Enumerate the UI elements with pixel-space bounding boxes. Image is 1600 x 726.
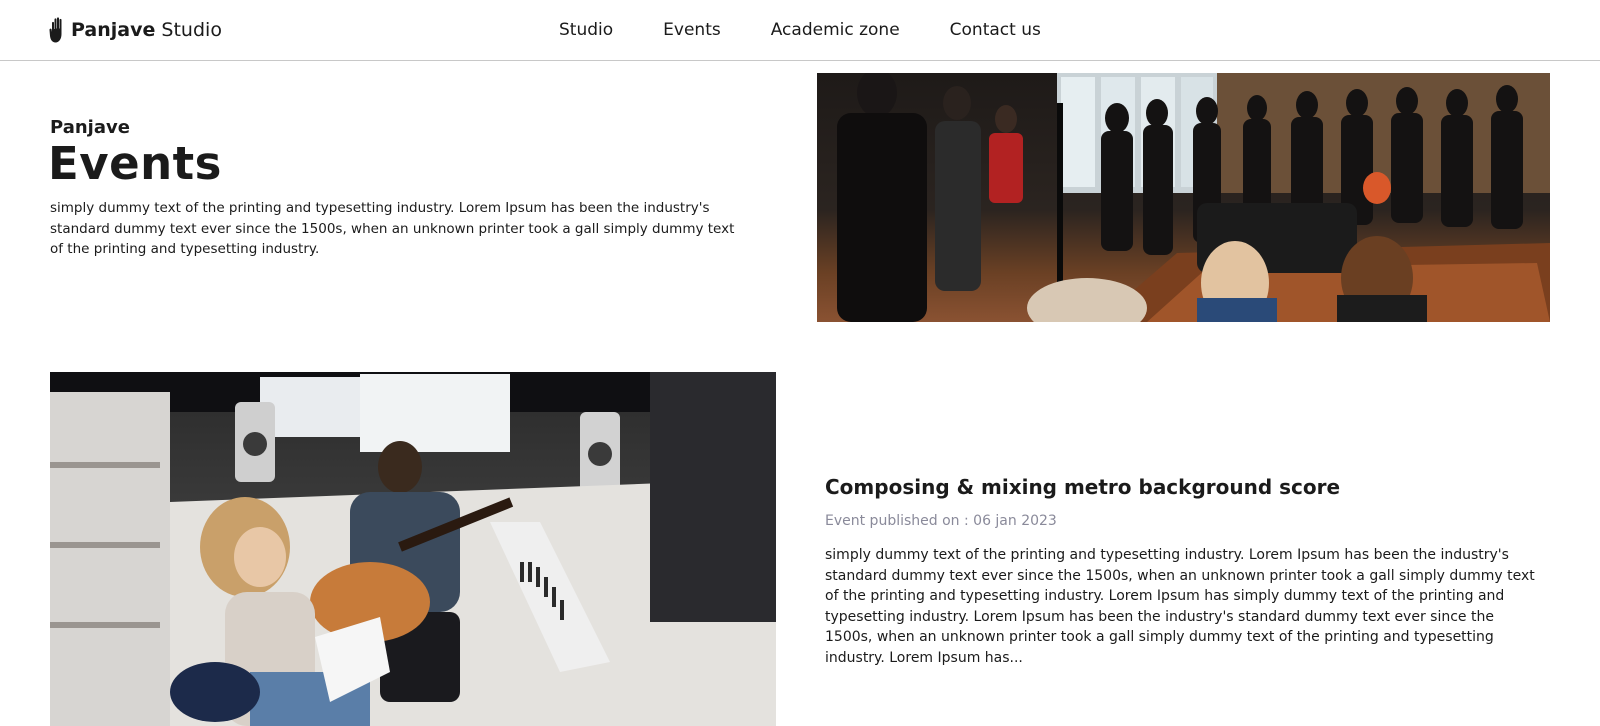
nav-item-contact-us[interactable]: Contact us [950, 17, 1041, 43]
event-studio-photo [50, 372, 776, 726]
event-crowd-illustration [837, 73, 1550, 322]
event-crowd-photo [817, 73, 1550, 322]
main-nav: Studio Events Academic zone Contact us [559, 17, 1041, 43]
nav-item-studio[interactable]: Studio [559, 17, 613, 43]
logo-text: Panjave Studio [71, 16, 222, 44]
studio-illustration [50, 372, 776, 726]
page-title: Events [48, 137, 222, 190]
hand-icon [49, 17, 62, 43]
event-description: simply dummy text of the printing and ty… [825, 547, 1535, 666]
event-published-date: Event published on : 06 jan 2023 [825, 513, 1057, 529]
logo[interactable]: Panjave Studio [49, 16, 222, 44]
logo-brand: Panjave [71, 19, 156, 41]
nav-item-academic-zone[interactable]: Academic zone [771, 17, 900, 43]
event-title[interactable]: Composing & mixing metro background scor… [825, 473, 1340, 501]
hero-description: simply dummy text of the printing and ty… [50, 200, 735, 258]
nav-item-events[interactable]: Events [663, 17, 721, 43]
logo-suffix: Studio [161, 19, 222, 41]
site-header: Panjave Studio Studio Events Academic zo… [0, 0, 1600, 61]
